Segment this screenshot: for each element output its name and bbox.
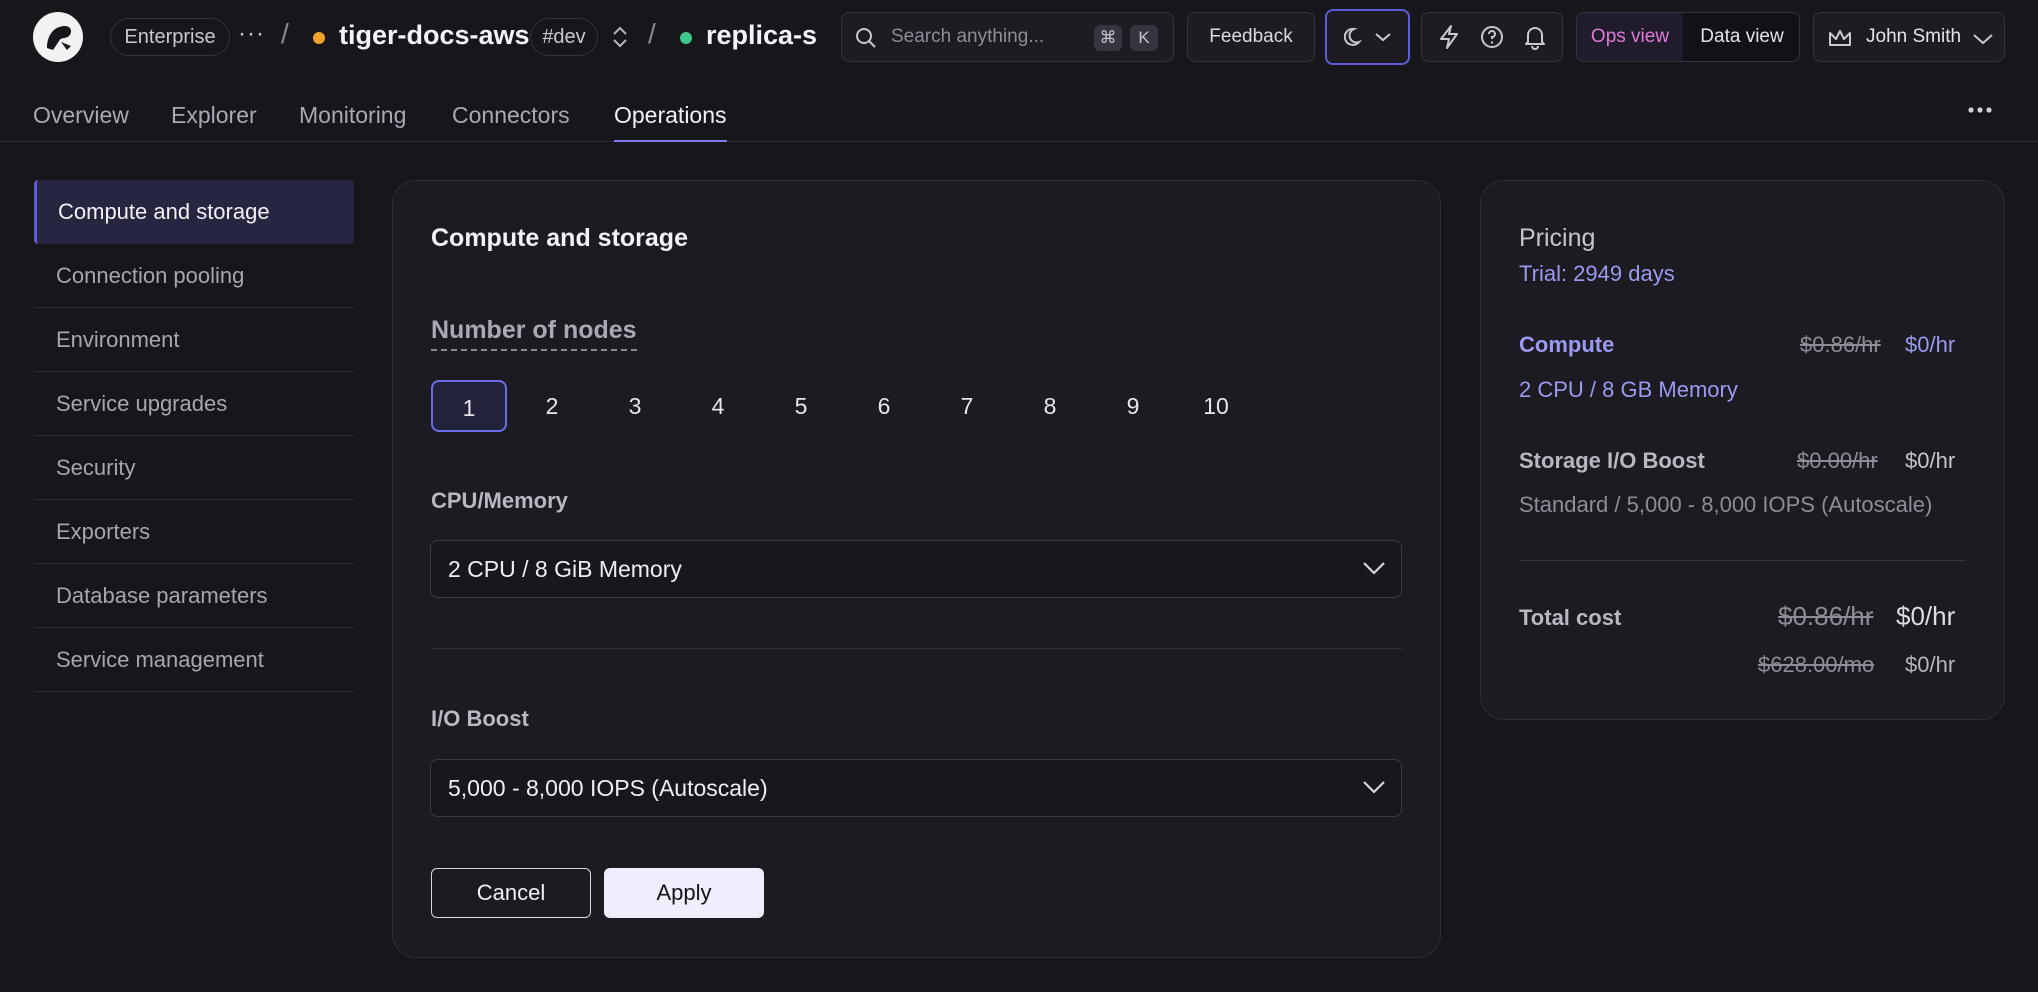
node-option-5[interactable]: 5 bbox=[763, 380, 839, 432]
chevron-down-icon bbox=[1363, 562, 1385, 575]
switch-project-icon[interactable] bbox=[609, 24, 631, 55]
sidebar-item-service-upgrades[interactable]: Service upgrades bbox=[34, 372, 354, 436]
monthly-new-price: $0/hr bbox=[1905, 652, 1956, 677]
ops-view-button[interactable]: Ops view bbox=[1577, 13, 1683, 61]
storage-old-price: $0.00/hr bbox=[1797, 448, 1878, 473]
node-option-7[interactable]: 7 bbox=[929, 380, 1005, 432]
compute-old-price: $0.86/hr bbox=[1800, 332, 1881, 357]
compute-label: Compute bbox=[1519, 332, 1615, 357]
pricing-title: Pricing bbox=[1519, 224, 1596, 252]
tab-explorer[interactable]: Explorer bbox=[171, 84, 257, 142]
node-option-10[interactable]: 10 bbox=[1178, 380, 1254, 432]
view-switch: Ops view Data view bbox=[1576, 12, 1800, 62]
service-dot bbox=[680, 32, 692, 44]
data-view-button[interactable]: Data view bbox=[1683, 13, 1799, 61]
cpu-memory-select[interactable]: 2 CPU / 8 GiB Memory bbox=[430, 540, 1402, 598]
chevron-down-icon bbox=[1363, 781, 1385, 794]
node-option-8[interactable]: 8 bbox=[1012, 380, 1088, 432]
node-option-1[interactable]: 1 bbox=[431, 380, 507, 432]
lightning-icon[interactable] bbox=[1437, 24, 1461, 50]
breadcrumb-separator: / bbox=[648, 18, 656, 49]
env-tag[interactable]: #dev bbox=[530, 18, 598, 56]
sidebar-item-exporters[interactable]: Exporters bbox=[34, 500, 354, 564]
node-option-4[interactable]: 4 bbox=[680, 380, 756, 432]
io-boost-value: 5,000 - 8,000 IOPS (Autoscale) bbox=[448, 775, 768, 801]
storage-detail: Standard / 5,000 - 8,000 IOPS (Autoscale… bbox=[1519, 492, 1933, 517]
io-boost-select[interactable]: 5,000 - 8,000 IOPS (Autoscale) bbox=[430, 759, 1402, 817]
cpu-memory-label: CPU/Memory bbox=[431, 488, 568, 513]
io-boost-label: I/O Boost bbox=[431, 706, 529, 731]
tab-connectors[interactable]: Connectors bbox=[452, 84, 570, 142]
chevron-down-icon bbox=[1973, 34, 1993, 45]
user-name: John Smith bbox=[1866, 26, 1962, 47]
node-option-6[interactable]: 6 bbox=[846, 380, 922, 432]
card-title: Compute and storage bbox=[431, 224, 688, 252]
sidebar-item-database-parameters[interactable]: Database parameters bbox=[34, 564, 354, 628]
more-options-icon[interactable] bbox=[1966, 96, 1994, 124]
sidebar-item-compute-storage[interactable]: Compute and storage bbox=[34, 180, 354, 244]
trial-badge: Trial: 2949 days bbox=[1519, 261, 1675, 286]
nodes-label: Number of nodes bbox=[431, 316, 637, 351]
user-menu[interactable]: John Smith bbox=[1813, 12, 2005, 62]
shortcut-cmd-key: ⌘ bbox=[1094, 25, 1122, 51]
search-icon bbox=[856, 28, 876, 48]
monthly-old-price: $628.00/mo bbox=[1758, 652, 1875, 677]
cpu-memory-value: 2 CPU / 8 GiB Memory bbox=[448, 556, 682, 582]
more-breadcrumb-icon[interactable]: ··· bbox=[238, 20, 265, 48]
tab-operations[interactable]: Operations bbox=[614, 84, 727, 142]
chevron-down-icon bbox=[1374, 33, 1391, 42]
project-dot bbox=[313, 32, 325, 44]
feedback-button[interactable]: Feedback bbox=[1187, 12, 1315, 62]
shortcut-k-key: K bbox=[1130, 25, 1158, 51]
storage-label: Storage I/O Boost bbox=[1519, 448, 1705, 473]
logo-icon[interactable] bbox=[33, 12, 83, 62]
help-icon[interactable] bbox=[1480, 25, 1504, 49]
total-old-price: $0.86/hr bbox=[1778, 601, 1874, 631]
sidebar-item-environment[interactable]: Environment bbox=[34, 308, 354, 372]
compute-detail: 2 CPU / 8 GB Memory bbox=[1519, 377, 1738, 402]
pricing-divider bbox=[1519, 560, 1965, 561]
cancel-button[interactable]: Cancel bbox=[431, 868, 591, 918]
crown-icon bbox=[1829, 30, 1851, 46]
node-option-9[interactable]: 9 bbox=[1095, 380, 1171, 432]
node-option-2[interactable]: 2 bbox=[514, 380, 590, 432]
search-placeholder: Search anything... bbox=[891, 26, 1045, 47]
divider bbox=[431, 648, 1403, 649]
total-cost-label: Total cost bbox=[1519, 605, 1622, 630]
moon-icon bbox=[1343, 27, 1362, 46]
theme-toggle-button[interactable] bbox=[1325, 9, 1410, 65]
sidebar-item-connection-pooling[interactable]: Connection pooling bbox=[34, 244, 354, 308]
storage-new-price: $0/hr bbox=[1905, 448, 1956, 473]
compute-new-price: $0/hr bbox=[1905, 332, 1956, 357]
bell-icon[interactable] bbox=[1523, 24, 1547, 50]
tab-overview[interactable]: Overview bbox=[33, 84, 129, 142]
service-name[interactable]: replica-s bbox=[706, 20, 816, 51]
sidebar-item-security[interactable]: Security bbox=[34, 436, 354, 500]
total-new-price: $0/hr bbox=[1896, 601, 1956, 631]
project-name[interactable]: tiger-docs-aws bbox=[339, 20, 530, 51]
top-bar: Enterprise ··· / tiger-docs-aws #dev / r… bbox=[0, 0, 2038, 74]
apply-button[interactable]: Apply bbox=[604, 868, 764, 918]
icon-group bbox=[1421, 12, 1563, 62]
sidebar-item-service-management[interactable]: Service management bbox=[34, 628, 354, 692]
node-option-3[interactable]: 3 bbox=[597, 380, 673, 432]
tab-monitoring[interactable]: Monitoring bbox=[299, 84, 406, 142]
org-badge[interactable]: Enterprise bbox=[110, 18, 230, 56]
main-nav: Overview Explorer Monitoring Connectors … bbox=[0, 84, 2038, 142]
search-box[interactable]: Search anything... ⌘ K bbox=[841, 12, 1174, 62]
breadcrumb-separator: / bbox=[281, 18, 289, 49]
